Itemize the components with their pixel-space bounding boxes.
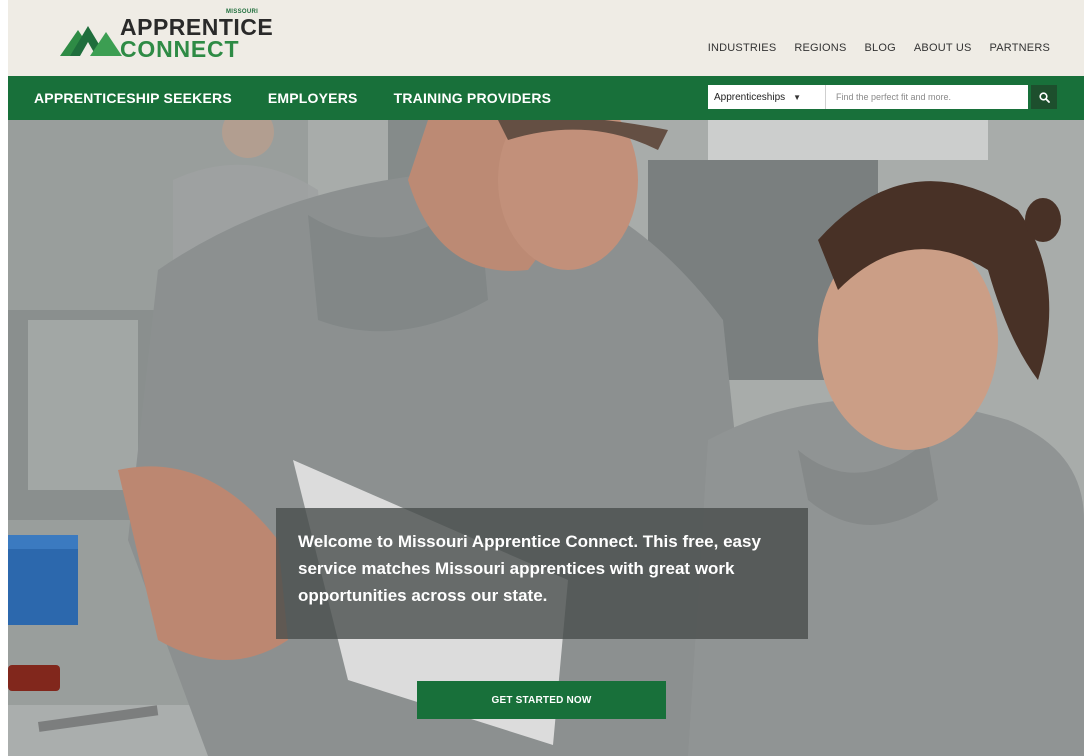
hero-section: Welcome to Missouri Apprentice Connect. … [8,120,1084,756]
site-logo[interactable]: MISSOURI APPRENTICE CONNECT [60,6,273,66]
logo-mark-icon [60,26,122,56]
caret-down-icon: ▼ [793,92,802,102]
main-nav-links: APPRENTICESHIP SEEKERS EMPLOYERS TRAININ… [34,76,551,120]
search-button[interactable] [1031,85,1057,109]
hero-photo [8,120,1084,756]
search-category-value: Apprenticeships [714,91,786,103]
search-category-select[interactable]: Apprenticeships ▼ [708,85,826,109]
search-input[interactable] [826,85,1028,109]
utility-link-partners[interactable]: PARTNERS [990,42,1050,54]
logo-line-2: CONNECT [120,36,240,62]
welcome-message: Welcome to Missouri Apprentice Connect. … [298,532,761,605]
nav-apprenticeship-seekers[interactable]: APPRENTICESHIP SEEKERS [34,90,232,106]
nav-training-providers[interactable]: TRAINING PROVIDERS [394,90,552,106]
utility-nav: INDUSTRIES REGIONS BLOG ABOUT US PARTNER… [708,42,1050,54]
utility-link-industries[interactable]: INDUSTRIES [708,42,777,54]
get-started-button[interactable]: GET STARTED NOW [417,681,666,719]
site-header: MISSOURI APPRENTICE CONNECT INDUSTRIES R… [8,0,1084,76]
search-icon [1038,91,1050,103]
main-nav: APPRENTICESHIP SEEKERS EMPLOYERS TRAININ… [8,76,1084,120]
utility-link-blog[interactable]: BLOG [865,42,896,54]
utility-link-about-us[interactable]: ABOUT US [914,42,972,54]
utility-link-regions[interactable]: REGIONS [794,42,846,54]
welcome-panel: Welcome to Missouri Apprentice Connect. … [276,508,808,639]
search-bar: Apprenticeships ▼ [708,85,1057,109]
page: MISSOURI APPRENTICE CONNECT INDUSTRIES R… [8,0,1084,756]
nav-employers[interactable]: EMPLOYERS [268,90,358,106]
